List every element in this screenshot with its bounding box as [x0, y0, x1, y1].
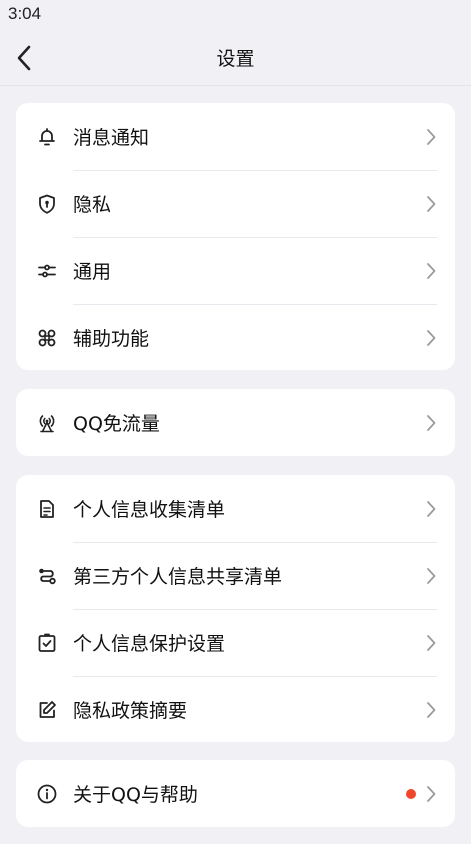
- settings-group-personal-info: 个人信息收集清单 第三方个人信息共享清单 个人信息保护设置 隐私政策摘要: [16, 475, 455, 742]
- settings-item-label: 第三方个人信息共享清单: [73, 565, 283, 588]
- chevron-right-icon: [425, 567, 437, 585]
- document-list-icon: [36, 498, 58, 520]
- settings-item-label: 辅助功能: [73, 327, 150, 350]
- checkbox-icon: [36, 632, 58, 654]
- bell-icon: [36, 126, 58, 148]
- settings-item-privacy-summary[interactable]: 隐私政策摘要: [16, 676, 455, 742]
- settings-item-label: QQ免流量: [73, 412, 160, 435]
- settings-item-about-help[interactable]: 关于QQ与帮助: [16, 760, 455, 827]
- shield-icon: [36, 193, 58, 215]
- edit-icon: [36, 699, 58, 721]
- settings-item-label: 个人信息保护设置: [73, 632, 226, 655]
- chevron-right-icon: [425, 634, 437, 652]
- settings-item-info-collection[interactable]: 个人信息收集清单: [16, 475, 455, 542]
- page-title: 设置: [216, 48, 255, 70]
- settings-item-label: 消息通知: [73, 126, 150, 149]
- settings-item-general[interactable]: 通用: [16, 237, 455, 304]
- info-icon: [36, 783, 58, 805]
- settings-item-third-party-sharing[interactable]: 第三方个人信息共享清单: [16, 542, 455, 609]
- settings-item-notifications[interactable]: 消息通知: [16, 103, 455, 170]
- settings-item-label: 关于QQ与帮助: [73, 783, 198, 806]
- notification-badge: [406, 788, 416, 799]
- chevron-right-icon: [425, 414, 437, 432]
- settings-group-main: 消息通知 隐私 通用 辅助功能: [16, 103, 455, 370]
- settings-item-label: 通用: [73, 260, 112, 283]
- chevron-right-icon: [425, 785, 437, 803]
- settings-item-label: 隐私政策摘要: [73, 699, 188, 722]
- settings-item-label: 个人信息收集清单: [73, 498, 226, 521]
- settings-item-accessibility[interactable]: 辅助功能: [16, 304, 455, 370]
- status-time: 3:04: [8, 4, 42, 23]
- settings-item-label: 隐私: [73, 193, 112, 216]
- signal-tower-icon: [36, 412, 58, 434]
- settings-group-data: QQ免流量: [16, 389, 455, 456]
- settings-item-privacy[interactable]: 隐私: [16, 170, 455, 237]
- chevron-right-icon: [425, 195, 437, 213]
- status-bar: 3:04: [0, 0, 471, 30]
- nav-bar: 设置: [0, 30, 471, 86]
- chevron-right-icon: [425, 329, 437, 347]
- settings-item-free-data[interactable]: QQ免流量: [16, 389, 455, 456]
- chevron-right-icon: [425, 701, 437, 719]
- sliders-icon: [36, 260, 58, 282]
- chevron-right-icon: [425, 128, 437, 146]
- chevron-right-icon: [425, 500, 437, 518]
- settings-group-about: 关于QQ与帮助: [16, 760, 455, 827]
- command-icon: [36, 327, 58, 349]
- settings-item-info-protection[interactable]: 个人信息保护设置: [16, 609, 455, 676]
- chevron-right-icon: [425, 262, 437, 280]
- share-flow-icon: [36, 565, 58, 587]
